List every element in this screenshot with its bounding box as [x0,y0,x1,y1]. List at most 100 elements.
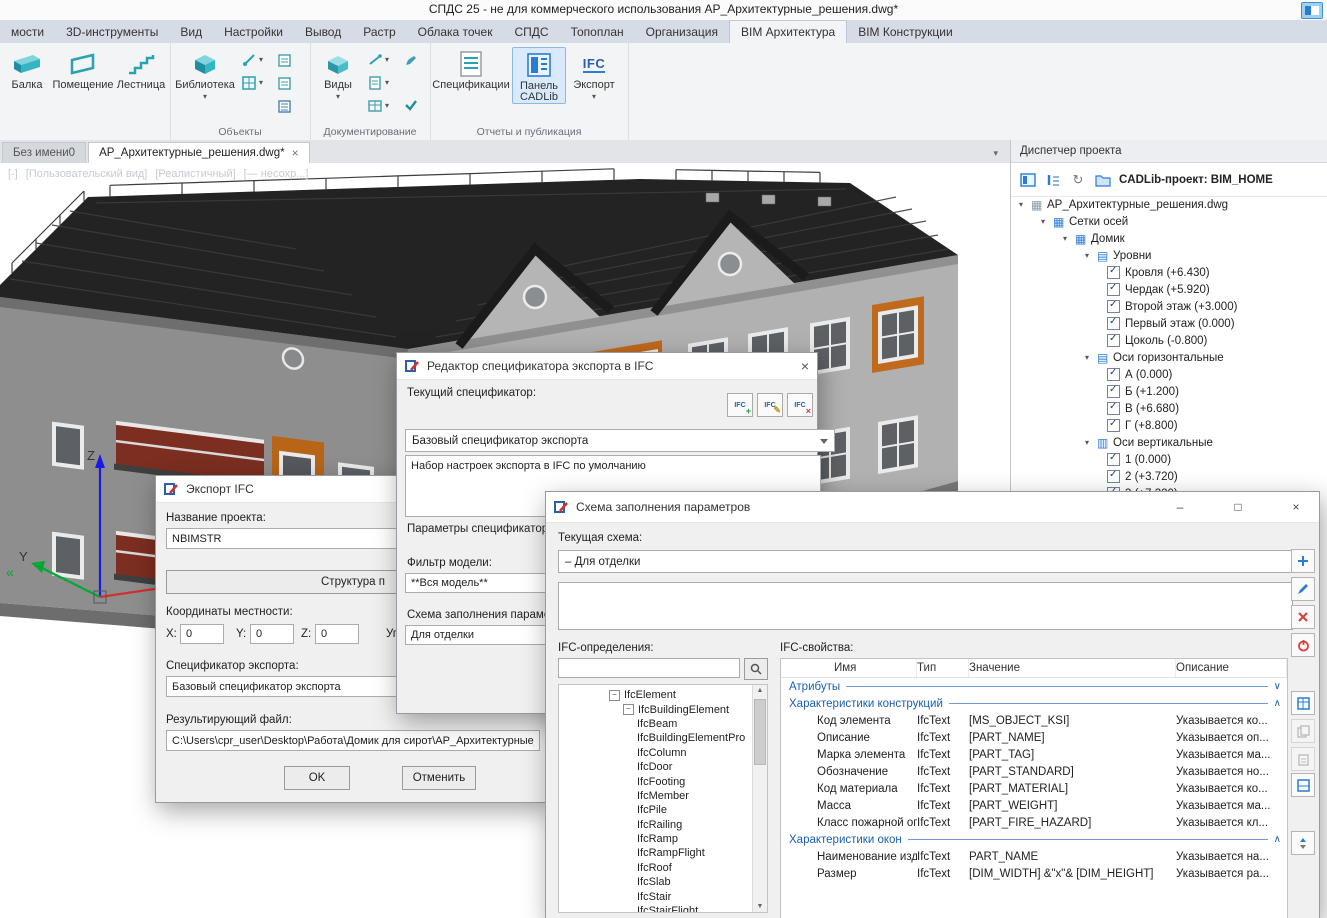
x-input[interactable] [180,624,224,644]
specifications-button[interactable]: Спецификации [434,47,508,91]
new-specifier-button[interactable]: IFC+ [727,393,753,417]
property-section-row[interactable]: Характеристики окон [781,831,1287,848]
tree-node[interactable]: ▾ AP_Архитектурные_решения.dwg [1011,196,1327,213]
tree-leaf[interactable]: В (+6.680) [1011,400,1327,417]
objects-tool-1-button[interactable]: ▾ [240,51,265,69]
stairs-button[interactable]: Лестница [115,47,167,91]
tree-leaf[interactable]: Цоколь (-0.800) [1011,332,1327,349]
tree-node[interactable]: ▾ Домик [1011,230,1327,247]
objects-tool-2-button[interactable]: ▾ [240,74,265,92]
ifc-tree-leaf[interactable]: IfcMember [559,789,767,803]
maximize-icon[interactable]: □ [1223,497,1253,517]
ifc-tree-leaf[interactable]: IfcDoor [559,760,767,774]
objects-tool-5-button[interactable] [276,97,293,115]
panel-toggle-icon[interactable] [1301,2,1323,19]
table-save-button[interactable] [1291,773,1315,797]
y-input[interactable] [250,624,294,644]
delete-specifier-button[interactable]: IFC× [787,393,813,417]
tree-leaf[interactable]: А (0.000) [1011,366,1327,383]
doc-tool-4-button[interactable] [402,51,420,69]
doc-tool-1-button[interactable]: ▾ [366,51,391,69]
close-tab-icon[interactable]: × [292,148,299,158]
tree-leaf[interactable]: Б (+1.200) [1011,383,1327,400]
section-caret-icon[interactable] [1274,681,1281,692]
section-caret-icon[interactable] [1274,698,1281,709]
ifc-tree-leaf[interactable]: IfcRampFlight [559,846,767,860]
ifc-search-input[interactable] [558,658,740,678]
property-row[interactable]: Код материала IfcText [PART_MATERIAL] Ук… [781,780,1287,797]
paste-rows-button[interactable] [1291,747,1315,771]
visibility-checkbox[interactable] [1107,300,1120,313]
tree-leaf[interactable]: Г (+8.800) [1011,417,1327,434]
visibility-checkbox[interactable] [1107,283,1120,296]
ribbon-tab[interactable]: Вывод [294,21,352,43]
ifc-tree-leaf[interactable]: IfcColumn [559,746,767,760]
expand-caret-icon[interactable]: ▾ [1041,217,1053,226]
search-button[interactable] [744,658,768,680]
visibility-checkbox[interactable] [1107,368,1120,381]
ifc-tree-leaf[interactable]: IfcPile [559,803,767,817]
expand-caret-icon[interactable]: ▾ [1085,438,1097,447]
doc-tabs-menu-icon[interactable]: ▾ [993,148,998,159]
visibility-checkbox[interactable] [1107,419,1120,432]
ribbon-tab[interactable]: Растр [352,21,406,43]
expand-caret-icon[interactable]: ▾ [1019,200,1031,209]
sync-icon[interactable]: ↻ [1069,171,1087,189]
room-button[interactable]: Помещение [53,47,113,91]
expand-caret-icon[interactable]: ▾ [1063,234,1075,243]
tree-leaf[interactable]: 1 (0.000) [1011,451,1327,468]
copy-rows-button[interactable] [1291,719,1315,743]
visibility-checkbox[interactable] [1107,385,1120,398]
table-load-button[interactable] [1291,691,1315,715]
column-header[interactable]: Значение [969,659,1176,677]
property-row[interactable]: Описание IfcText [PART_NAME] Указывается… [781,729,1287,746]
document-tab[interactable]: Без имени0 [2,142,86,163]
document-tab-active[interactable]: AP_Архитектурные_решения.dwg* × [88,142,310,163]
property-row[interactable]: Обозначение IfcText [PART_STANDARD] Указ… [781,763,1287,780]
doc-tool-2-button[interactable]: ▾ [366,74,391,92]
ifc-tree-leaf[interactable]: IfcSlab [559,875,767,889]
doc-tool-3-button[interactable]: ▾ [366,97,391,115]
ribbon-tab[interactable]: Организация [635,21,729,43]
ribbon-tab[interactable]: Настройки [213,21,294,43]
viewport-control[interactable]: [Реалистичный] [155,168,235,180]
visibility-checkbox[interactable] [1107,402,1120,415]
ribbon-tab[interactable]: мости [0,21,55,43]
property-row[interactable]: Класс пожарной оп... IfcText [PART_FIRE_… [781,814,1287,831]
ribbon-tab[interactable]: СПДС [503,21,559,43]
close-icon[interactable]: × [801,358,809,374]
ribbon-tab[interactable]: 3D-инструменты [55,21,169,43]
ribbon-tab[interactable]: BIM Архитектура [729,20,847,43]
tree-node[interactable]: ▾ Уровни [1011,247,1327,264]
cadlib-panel-button[interactable]: ПанельCADLib [512,47,566,104]
ifc-tree-leaf[interactable]: IfcRoof [559,861,767,875]
ifc-tree-leaf[interactable]: IfcFooting [559,774,767,788]
property-section-row[interactable]: Атрибуты [781,678,1287,695]
doc-tool-check-button[interactable] [402,96,420,114]
specifier-combobox[interactable]: Базовый спецификатор экспорта [405,429,835,452]
add-row-button[interactable] [1291,549,1315,573]
viewport-control[interactable]: [Пользовательский вид] [26,168,148,180]
property-row[interactable]: Наименование изд... IfcText PART_NAME Ук… [781,848,1287,865]
ok-button[interactable]: OK [284,766,350,790]
viewport-control[interactable]: [— несохр...] [244,168,309,180]
scroll-down-icon[interactable]: ▼ [753,903,767,910]
tree-leaf[interactable]: Чердак (+5.920) [1011,281,1327,298]
visibility-checkbox[interactable] [1107,470,1120,483]
tree-node[interactable]: ▾ Оси вертикальные [1011,434,1327,451]
tree-leaf[interactable]: Первый этаж (0.000) [1011,315,1327,332]
edit-specifier-button[interactable]: IFC✎ [757,393,783,417]
viewport-control[interactable]: [-] [8,168,18,180]
tree-node[interactable]: ▾ Оси горизонтальные [1011,349,1327,366]
property-section-row[interactable]: Характеристики конструкций [781,695,1287,712]
current-schema-combobox[interactable]: – Для отделки [558,550,1307,573]
ifc-tree-branch[interactable]: − IfcElement [559,688,767,702]
visibility-checkbox[interactable] [1107,317,1120,330]
ifc-tree-leaf[interactable]: IfcBuildingElementPro [559,731,767,745]
property-row[interactable]: Размер IfcText [DIM_WIDTH] &"x"& [DIM_HE… [781,865,1287,882]
result-file-input[interactable] [166,730,540,751]
scroll-up-icon[interactable]: ▲ [753,687,767,694]
delete-row-button[interactable] [1291,605,1315,629]
reorder-button[interactable] [1291,831,1315,855]
ribbon-tab[interactable]: BIM Конструкции [847,21,964,43]
